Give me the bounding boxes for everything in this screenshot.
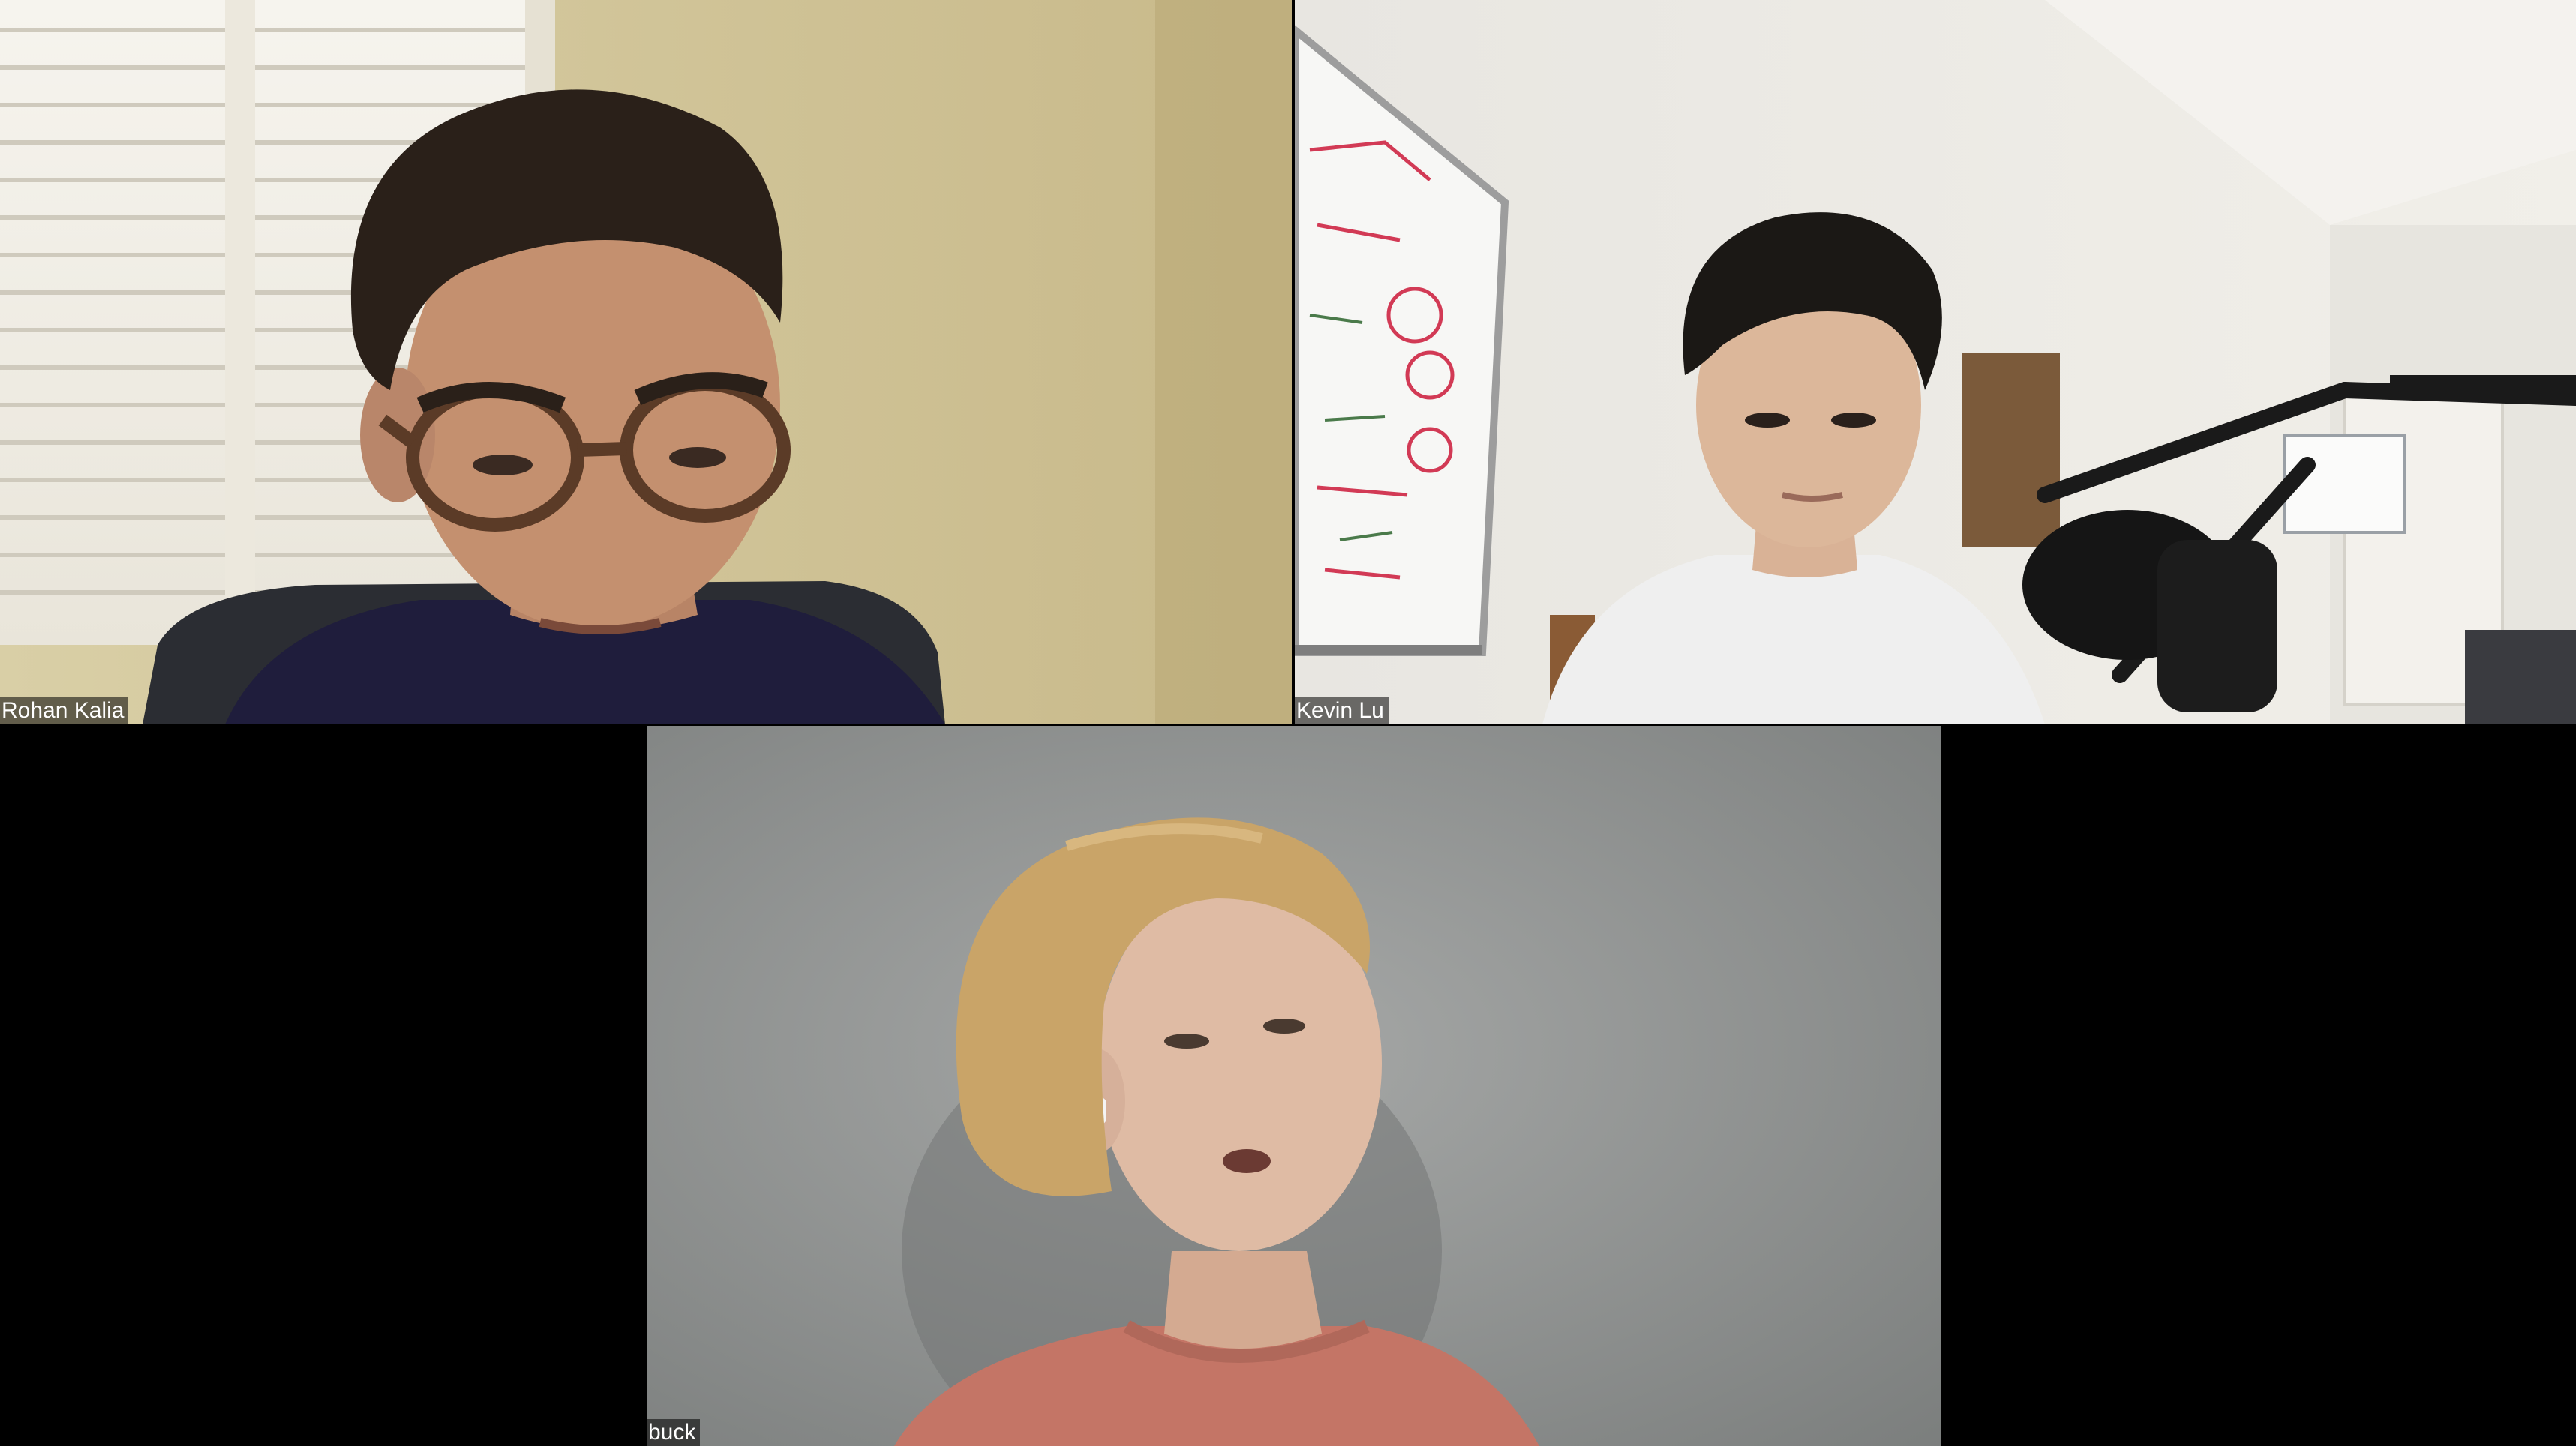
- participant-video-tile[interactable]: Kevin Lu: [1295, 0, 2576, 724]
- participant-video-tile[interactable]: buck: [647, 726, 1941, 1446]
- participant-video-feed: [647, 726, 1941, 1446]
- participant-video-feed: [0, 0, 1292, 724]
- participant-video-tile[interactable]: Rohan Kalia: [0, 0, 1292, 724]
- video-gallery: Rohan Kalia Kevin Lu buck: [0, 0, 2576, 1446]
- participant-name-label: Rohan Kalia: [0, 698, 129, 724]
- participant-video-feed: [1295, 0, 2576, 724]
- participant-name-label: buck: [647, 1419, 701, 1446]
- participant-name-label: Kevin Lu: [1295, 698, 1389, 724]
